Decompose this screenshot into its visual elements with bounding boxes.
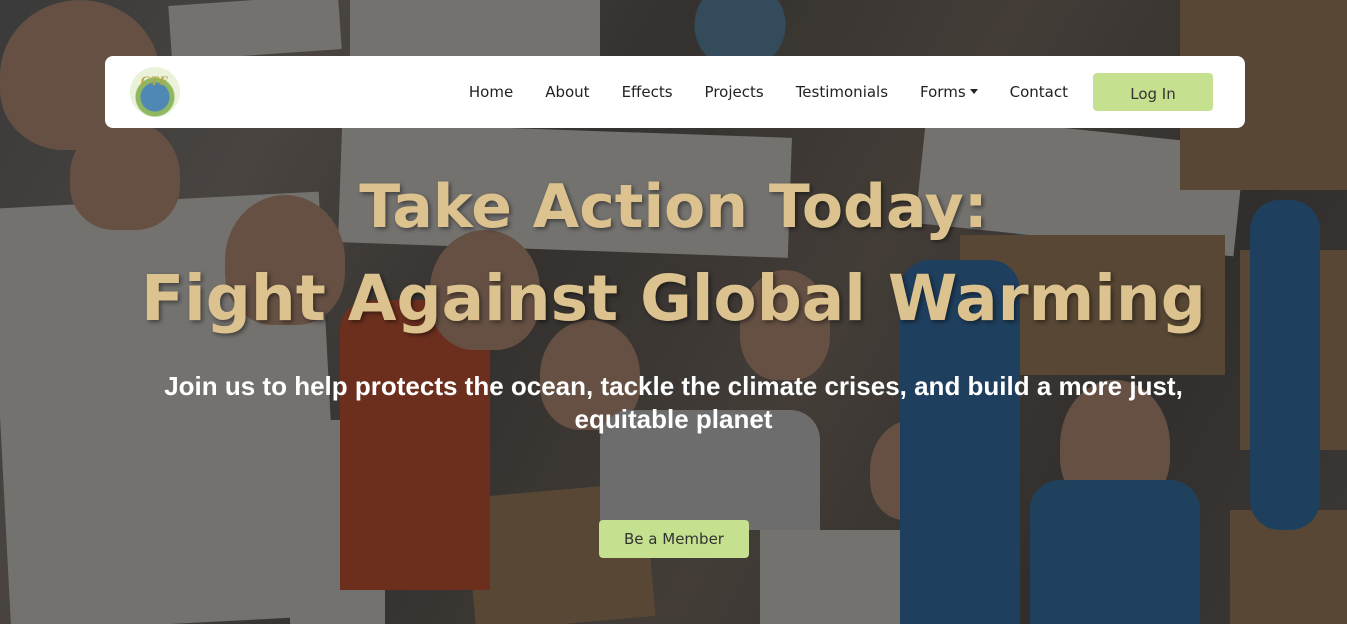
navbar: CTF Home About Effects Projects Testimon… (105, 56, 1245, 128)
hero-title-line1: Take Action Today: (359, 172, 988, 242)
nav-link-contact[interactable]: Contact (1010, 83, 1068, 101)
nav-dropdown-forms[interactable]: Forms (920, 83, 978, 101)
hero-title-line2: Fight Against Global Warming (141, 262, 1206, 335)
nav-link-testimonials[interactable]: Testimonials (796, 83, 888, 101)
nav-link-home[interactable]: Home (469, 83, 513, 101)
nav-links: Home About Effects Projects Testimonials… (437, 73, 1213, 111)
login-button[interactable]: Log In (1093, 73, 1213, 111)
brand-logo-text: CTF (140, 73, 170, 88)
be-a-member-button[interactable]: Be a Member (599, 520, 749, 558)
nav-link-about[interactable]: About (545, 83, 589, 101)
nav-link-effects[interactable]: Effects (622, 83, 673, 101)
brand-logo[interactable]: CTF (130, 67, 180, 117)
hero-subtitle: Join us to help protects the ocean, tack… (164, 371, 1183, 434)
nav-link-projects[interactable]: Projects (705, 83, 764, 101)
